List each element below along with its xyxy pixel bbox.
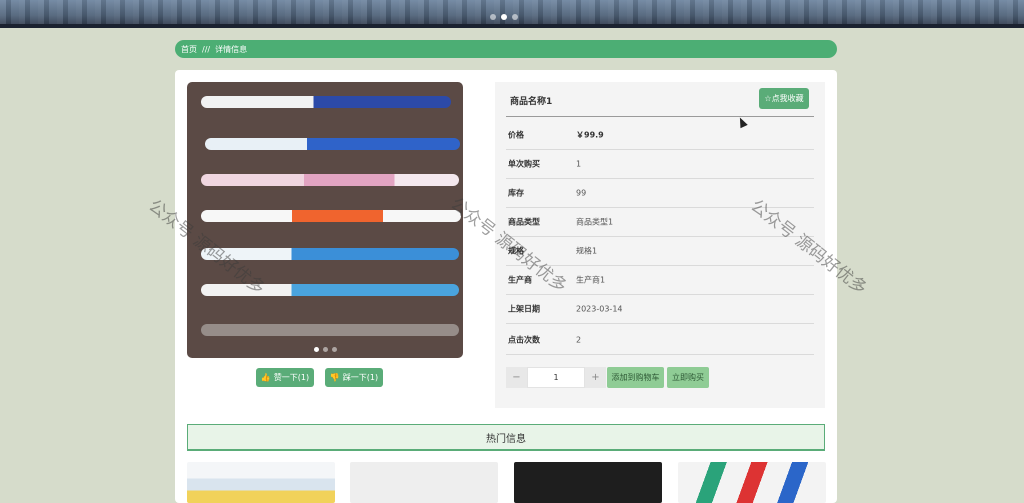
like-label: 赞一下(1) <box>273 373 310 382</box>
detail-row-single-purchase: 单次购买 1 <box>506 150 814 179</box>
row-label: 价格 <box>508 130 524 140</box>
product-photo-detail <box>201 174 459 186</box>
row-label: 点击次数 <box>508 335 540 345</box>
row-value: 1 <box>576 159 582 169</box>
hot-item-image[interactable] <box>678 462 826 503</box>
add-to-cart-button[interactable]: 添加到购物车 <box>607 367 664 388</box>
product-photo-detail <box>201 324 459 336</box>
product-photo-detail <box>205 138 460 150</box>
thumbs-down-icon: 👎 <box>329 373 340 382</box>
detail-row-manufacturer: 生产商 生产商1 <box>506 266 814 295</box>
banner-dot[interactable] <box>490 14 496 20</box>
detail-row-stock: 库存 99 <box>506 179 814 208</box>
thumbs-up-icon: 👍 <box>260 373 271 382</box>
image-dot[interactable] <box>313 347 319 352</box>
product-photo-detail <box>201 284 459 296</box>
breadcrumb-current: 详情信息 <box>215 44 248 54</box>
buy-now-button[interactable]: 立即购买 <box>667 367 709 388</box>
row-value: 2 <box>576 335 582 345</box>
detail-row-date: 上架日期 2023-03-14 <box>506 295 814 324</box>
product-image <box>187 82 463 358</box>
image-carousel-dots <box>187 347 463 352</box>
detail-row-price: 价格 ￥99.9 <box>506 121 814 150</box>
quantity-minus-button[interactable]: − <box>506 367 527 388</box>
detail-row-type: 商品类型 商品类型1 <box>506 208 814 237</box>
row-value: 99 <box>576 188 587 198</box>
hot-info-title: 热门信息 <box>486 433 526 445</box>
breadcrumb-separator: /// <box>202 44 211 54</box>
row-label: 生产商 <box>508 275 532 285</box>
image-dot[interactable] <box>322 347 328 352</box>
top-banner-image <box>0 0 1024 28</box>
quantity-plus-button[interactable]: + <box>585 367 606 388</box>
product-photo-detail <box>201 96 451 108</box>
row-value: 生产商1 <box>576 275 606 285</box>
row-label: 上架日期 <box>508 304 540 314</box>
product-title: 商品名称1 <box>510 97 553 107</box>
row-value: 2023-03-14 <box>576 304 623 314</box>
banner-dot[interactable] <box>512 14 518 20</box>
dislike-label: 踩一下(1) <box>342 373 379 382</box>
row-label: 单次购买 <box>508 159 540 169</box>
hot-item-image[interactable] <box>350 462 498 503</box>
favorite-button[interactable]: ☆点我收藏 <box>759 88 809 109</box>
detail-row-clicks: 点击次数 2 <box>506 326 814 355</box>
dislike-button[interactable]: 👎 踩一下(1) <box>325 368 383 387</box>
product-photo-detail <box>201 210 461 222</box>
detail-row-spec: 规格 规格1 <box>506 237 814 266</box>
row-label: 规格 <box>508 246 524 256</box>
hot-info-header: 热门信息 <box>187 424 825 451</box>
breadcrumb: 首页 /// 详情信息 <box>175 40 837 58</box>
title-divider <box>506 116 814 117</box>
row-value: 商品类型1 <box>576 217 614 227</box>
row-label: 商品类型 <box>508 217 540 227</box>
hot-item-image[interactable] <box>514 462 662 503</box>
row-value: ￥99.9 <box>576 130 604 140</box>
banner-carousel-dots <box>490 14 518 20</box>
image-dot[interactable] <box>331 347 337 352</box>
quantity-stepper: − 1 + <box>506 367 606 388</box>
product-photo-detail <box>201 248 459 260</box>
like-button[interactable]: 👍 赞一下(1) <box>256 368 314 387</box>
row-value: 规格1 <box>576 246 598 256</box>
row-label: 库存 <box>508 188 524 198</box>
hot-item-image[interactable] <box>187 462 335 503</box>
breadcrumb-home-link[interactable]: 首页 <box>181 44 197 55</box>
banner-dot[interactable] <box>501 14 507 20</box>
quantity-input[interactable]: 1 <box>527 367 585 388</box>
